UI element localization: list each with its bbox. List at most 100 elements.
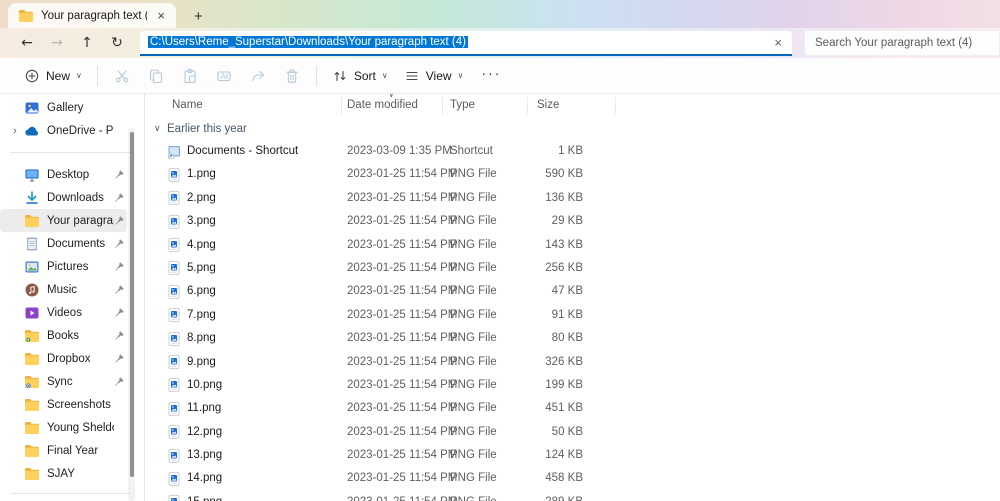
column-header-date-modified[interactable]: Date modified <box>347 99 418 111</box>
see-more-button[interactable]: ··· <box>471 65 511 87</box>
file-name[interactable]: 7.png <box>187 309 216 321</box>
view-button[interactable]: View ∨ <box>396 63 472 89</box>
folder-icon <box>18 8 34 24</box>
file-size: 136 KB <box>545 191 583 204</box>
command-bar: New ∨ A Sort ∨ View ∨ ··· <box>0 58 1000 94</box>
sidebar-item[interactable]: Pictures <box>0 255 127 278</box>
file-name[interactable]: 11.png <box>187 402 221 414</box>
delete-button[interactable] <box>275 63 309 89</box>
refresh-button[interactable]: ↻ <box>102 35 132 51</box>
file-row[interactable]: 6.png 2023-01-25 11:54 PM PNG File 47 KB <box>145 280 1000 303</box>
file-row[interactable]: 13.png 2023-01-25 11:54 PM PNG File 124 … <box>145 444 1000 467</box>
file-name[interactable]: 14.png <box>187 472 222 484</box>
file-row[interactable]: 2.png 2023-01-25 11:54 PM PNG File 136 K… <box>145 187 1000 210</box>
cut-button[interactable] <box>105 63 139 89</box>
file-row[interactable]: 8.png 2023-01-25 11:54 PM PNG File 80 KB <box>145 327 1000 350</box>
file-name[interactable]: 13.png <box>187 449 222 461</box>
file-date-modified: 2023-01-25 11:54 PM <box>347 215 458 228</box>
sidebar-item[interactable]: Final Year <box>0 439 127 462</box>
file-row[interactable]: 11.png 2023-01-25 11:54 PM PNG File 451 … <box>145 397 1000 420</box>
file-row[interactable]: 1.png 2023-01-25 11:54 PM PNG File 590 K… <box>145 163 1000 186</box>
paste-icon <box>184 68 196 83</box>
group-collapse-icon[interactable]: ∨ <box>154 124 167 134</box>
tab-bar: Your paragraph text (4) × + <box>0 0 1000 28</box>
sidebar-item[interactable]: SJAY <box>0 462 127 485</box>
sidebar-item[interactable]: Books <box>0 324 127 347</box>
file-name[interactable]: 2.png <box>187 192 216 204</box>
new-button[interactable]: New ∨ <box>16 63 90 89</box>
file-size: 47 KB <box>551 285 583 298</box>
file-row[interactable]: 3.png 2023-01-25 11:54 PM PNG File 29 KB <box>145 210 1000 233</box>
column-divider[interactable] <box>527 97 528 114</box>
file-size: 1 KB <box>558 145 583 157</box>
file-name[interactable]: 9.png <box>187 356 216 368</box>
file-row[interactable]: 7.png 2023-01-25 11:54 PM PNG File 91 KB <box>145 304 1000 327</box>
column-divider[interactable] <box>442 97 443 114</box>
file-name[interactable]: Documents - Shortcut <box>187 145 298 157</box>
sidebar-item[interactable]: Downloads <box>0 186 127 209</box>
file-name[interactable]: 4.png <box>187 239 216 251</box>
share-button[interactable] <box>241 63 275 89</box>
new-tab-button[interactable]: + <box>188 8 209 28</box>
file-row[interactable]: 14.png 2023-01-25 11:54 PM PNG File 458 … <box>145 467 1000 490</box>
sidebar-item[interactable]: Videos <box>0 301 127 324</box>
column-divider[interactable] <box>615 97 616 114</box>
file-name[interactable]: 10.png <box>187 379 222 391</box>
sidebar-item-label: Documents <box>47 237 106 250</box>
sidebar-scrollbar[interactable] <box>128 128 135 501</box>
file-name[interactable]: 15.png <box>187 496 222 501</box>
sort-button[interactable]: Sort ∨ <box>324 63 396 89</box>
file-name[interactable]: 8.png <box>187 332 216 344</box>
sidebar-item[interactable]: › OneDrive - Personal <box>0 119 127 142</box>
explorer-tab[interactable]: Your paragraph text (4) × <box>8 3 176 28</box>
file-name[interactable]: 5.png <box>187 262 216 274</box>
column-header-type[interactable]: Type <box>450 99 475 111</box>
file-row[interactable]: Documents - Shortcut 2023-03-09 1:35 PM … <box>145 140 1000 163</box>
file-name[interactable]: 6.png <box>187 285 216 297</box>
group-header[interactable]: ∨ Earlier this year <box>145 118 1000 140</box>
sidebar-item-icon <box>24 305 40 321</box>
column-divider[interactable] <box>341 97 342 114</box>
file-size: 124 KB <box>545 449 583 462</box>
sidebar-item[interactable]: Your paragraph text (4) <box>0 209 127 232</box>
rename-button[interactable]: A <box>207 63 241 89</box>
sidebar-item[interactable]: Sync <box>0 370 127 393</box>
expand-chevron-icon[interactable]: › <box>6 125 24 137</box>
sidebar-item[interactable]: Gallery <box>0 96 127 119</box>
address-path[interactable]: C:\Users\Reme_Superstar\Downloads\Your p… <box>148 36 772 48</box>
file-row[interactable]: 10.png 2023-01-25 11:54 PM PNG File 199 … <box>145 374 1000 397</box>
paste-button[interactable] <box>173 63 207 89</box>
file-row[interactable]: 9.png 2023-01-25 11:54 PM PNG File 326 K… <box>145 351 1000 374</box>
back-button[interactable]: ← <box>12 35 42 51</box>
tab-close-icon[interactable]: × <box>154 8 168 23</box>
sidebar-item-icon <box>24 123 40 139</box>
file-row[interactable]: 4.png 2023-01-25 11:54 PM PNG File 143 K… <box>145 234 1000 257</box>
file-row[interactable]: 15.png 2023-01-25 11:54 PM PNG File 289 … <box>145 491 1000 501</box>
copy-button[interactable] <box>139 63 173 89</box>
file-name[interactable]: 12.png <box>187 426 222 438</box>
sidebar-item[interactable]: Young Sheldon <box>0 416 127 439</box>
sidebar-scrollbar-thumb[interactable] <box>129 132 134 477</box>
up-button[interactable]: ↑ <box>72 35 102 51</box>
sidebar-item[interactable]: Music <box>0 278 127 301</box>
file-row[interactable]: 12.png 2023-01-25 11:54 PM PNG File 50 K… <box>145 421 1000 444</box>
new-button-label: New <box>46 68 71 83</box>
sidebar-item[interactable]: Dropbox <box>0 347 127 370</box>
column-header-size[interactable]: Size <box>537 99 559 111</box>
file-name[interactable]: 3.png <box>187 215 216 227</box>
pin-icon <box>114 307 125 318</box>
file-row[interactable]: 5.png 2023-01-25 11:54 PM PNG File 256 K… <box>145 257 1000 280</box>
file-name[interactable]: 1.png <box>187 168 216 180</box>
column-header-name[interactable]: Name <box>172 99 203 111</box>
chevron-down-icon: ∨ <box>381 71 388 80</box>
sidebar-item-icon <box>24 236 40 252</box>
address-bar[interactable]: C:\Users\Reme_Superstar\Downloads\Your p… <box>140 30 792 56</box>
sidebar-item-label: Screenshots <box>47 398 111 411</box>
sidebar-item[interactable]: Screenshots <box>0 393 127 416</box>
search-box[interactable]: Search Your paragraph text (4) <box>804 30 1000 56</box>
navigation-pane: Gallery › OneDrive - Personal <box>0 94 145 501</box>
address-clear-icon[interactable]: × <box>772 35 784 50</box>
sidebar-item[interactable]: Documents <box>0 232 127 255</box>
forward-button[interactable]: → <box>42 35 72 51</box>
sidebar-item[interactable]: Desktop <box>0 163 127 186</box>
